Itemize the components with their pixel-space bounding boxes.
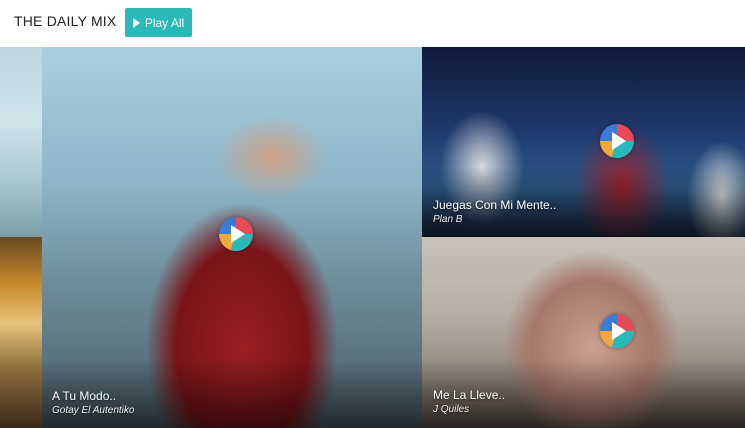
track-tile-a-tu-modo[interactable]: A Tu Modo.. Gotay El Autentiko	[42, 47, 422, 428]
play-circle-icon[interactable]	[600, 314, 634, 348]
play-triangle-icon	[132, 17, 140, 28]
tile-artwork	[0, 237, 42, 428]
track-title: Me La Lleve..	[433, 388, 506, 402]
play-circle-icon[interactable]	[219, 217, 253, 251]
track-tile-juegas-con-mi-mente[interactable]: Juegas Con Mi Mente.. Plan B	[422, 47, 745, 237]
track-tile-me-la-lleve[interactable]: Me La Lleve.. J Quiles	[422, 237, 745, 428]
tile-artwork	[0, 47, 42, 237]
track-artist: J Quiles	[433, 404, 470, 415]
play-all-button[interactable]: Play All	[125, 8, 192, 37]
previous-tile-bottom[interactable]	[0, 237, 42, 428]
track-artist: Plan B	[433, 214, 463, 225]
play-all-label: Play All	[144, 15, 185, 30]
mix-title: THE DAILY MIX	[14, 13, 117, 29]
track-artist: Gotay El Autentiko	[52, 405, 135, 416]
track-title: Juegas Con Mi Mente..	[433, 198, 557, 212]
mix-header: THE DAILY MIX Play All	[0, 0, 745, 47]
track-title: A Tu Modo..	[52, 389, 117, 403]
previous-tile-top[interactable]	[0, 47, 42, 237]
play-circle-icon[interactable]	[600, 124, 634, 158]
